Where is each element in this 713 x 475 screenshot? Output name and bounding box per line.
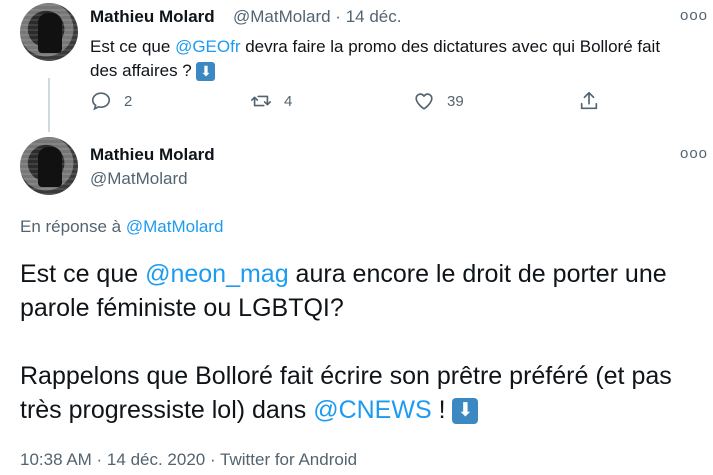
reply-handle-link[interactable]: @MatMolard — [126, 217, 224, 236]
avatar[interactable] — [20, 137, 78, 195]
tweet2-text: Est ce que @neon_mag aura encore le droi… — [20, 257, 700, 427]
tweet1-handle[interactable]: @MatMolard — [233, 7, 331, 26]
reply-icon — [91, 92, 111, 111]
heart-icon — [415, 93, 433, 110]
tweet-timestamp[interactable]: 10:38 AM · 14 déc. 2020 · Twitter for An… — [20, 450, 357, 470]
like-button[interactable]: 39 — [413, 90, 464, 112]
reply-context: En réponse à @MatMolard — [20, 217, 223, 237]
tweet2-paragraph-1: Est ce que @neon_mag aura encore le droi… — [20, 257, 700, 325]
tweet1-handle-date: @MatMolard · 14 déc. — [233, 7, 401, 27]
more-options-icon[interactable]: ooo — [680, 7, 708, 24]
avatar-figure — [38, 13, 62, 53]
line2-after: ! — [431, 396, 453, 424]
avatar-figure — [38, 147, 62, 187]
avatar[interactable] — [20, 3, 78, 61]
retweet-button[interactable]: 4 — [250, 90, 292, 112]
line1-before: Est ce que — [20, 260, 146, 288]
down-arrow-icon: ⬇ — [452, 398, 479, 425]
more-options-icon[interactable]: ooo — [680, 145, 708, 162]
down-arrow-icon: ⬇ — [196, 62, 216, 82]
separator: · — [335, 7, 341, 26]
tweet1-author-name[interactable]: Mathieu Molard — [90, 7, 215, 27]
mention-link[interactable]: @neon_mag — [145, 260, 289, 288]
tweet2-author-name[interactable]: Mathieu Molard — [90, 145, 215, 165]
tweet1-text: Est ce que @GEOfr devra faire la promo d… — [90, 35, 690, 83]
tweet2-handle[interactable]: @MatMolard — [90, 169, 188, 189]
tweet1-text-before: Est ce que — [90, 37, 176, 56]
tweet2-paragraph-2: Rappelons que Bolloré fait écrire son pr… — [20, 359, 700, 427]
like-count: 39 — [447, 92, 464, 110]
thread-line — [48, 78, 50, 132]
mention-link[interactable]: @CNEWS — [313, 396, 431, 424]
share-button[interactable] — [578, 90, 600, 112]
reply-prefix: En réponse à — [20, 217, 126, 236]
share-icon — [580, 91, 598, 110]
retweet-icon — [251, 95, 271, 107]
reply-count: 2 — [124, 92, 133, 110]
mention-link[interactable]: @GEOfr — [175, 37, 240, 56]
tweet1-date[interactable]: 14 déc. — [346, 7, 402, 26]
reply-button[interactable]: 2 — [90, 90, 132, 112]
retweet-count: 4 — [284, 92, 293, 110]
